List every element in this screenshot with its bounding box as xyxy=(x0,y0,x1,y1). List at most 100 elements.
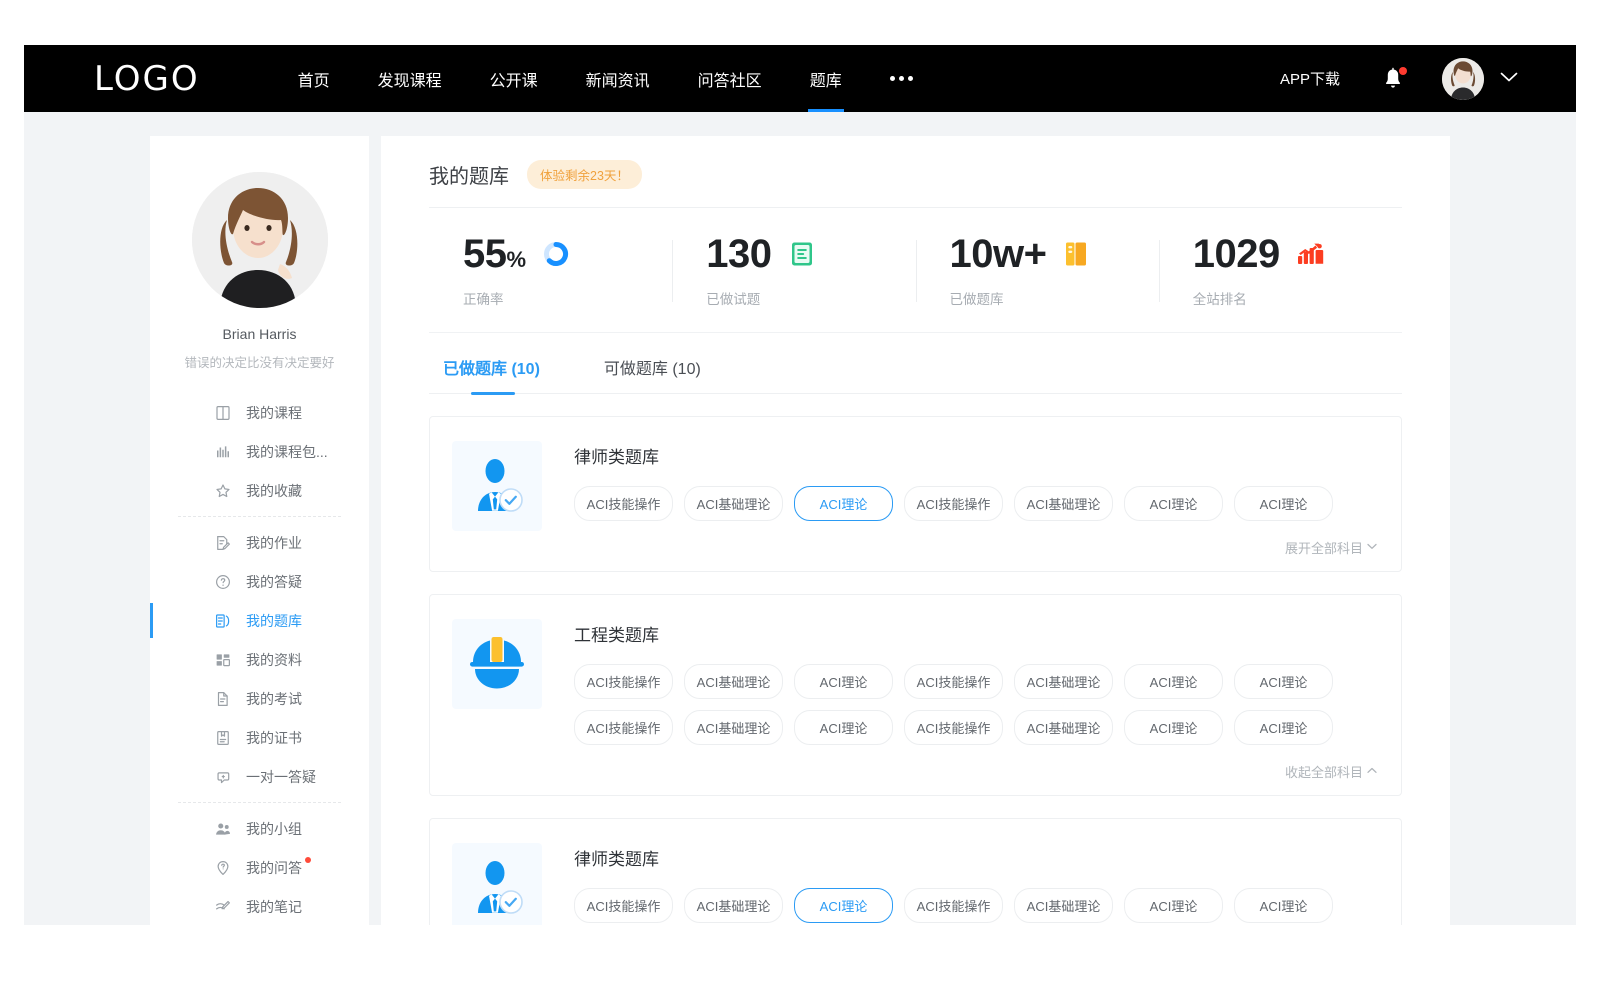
stat-card: 1029全站排名 xyxy=(1159,234,1402,308)
toggle-subjects-label: 收起全部科目 xyxy=(1285,762,1363,781)
tab-1[interactable]: 可做题库 (10) xyxy=(604,355,701,393)
toggle-subjects-link[interactable]: 展开全部科目 xyxy=(1285,538,1377,557)
sidebar-item-homework[interactable]: 我的作业 xyxy=(174,523,345,562)
subject-tag[interactable]: ACI基础理论 xyxy=(1014,664,1113,699)
subject-tag-row: ACI技能操作 ACI基础理论 ACI理论 ACI技能操作 ACI基础理论 ACI理论 AC… xyxy=(574,710,1379,745)
sidebar-item-profile-card[interactable]: 我的资料 xyxy=(174,640,345,679)
subject-tag[interactable]: ACI基础理论 xyxy=(684,888,783,923)
nav-item-label: 发现课程 xyxy=(378,67,442,91)
notification-bell-button[interactable] xyxy=(1382,67,1404,91)
nav-item-3[interactable]: 新闻资讯 xyxy=(562,45,674,112)
subject-tag[interactable]: ACI基础理论 xyxy=(684,486,783,521)
sidebar-item-label: 我的答疑 xyxy=(246,572,302,592)
homework-icon xyxy=(214,534,232,552)
chevron-up-icon xyxy=(1367,767,1377,774)
sidebar-profile: Brian Harris 错误的决定比没有决定要好 xyxy=(150,172,369,371)
question-bank-card[interactable]: 工程类题库ACI技能操作ACI基础理论ACI理论ACI技能操作ACI基础理论AC… xyxy=(429,594,1402,796)
sidebar-item-exam[interactable]: 我的考试 xyxy=(174,679,345,718)
subject-tag[interactable]: ACI理论 xyxy=(1124,664,1223,699)
subject-tag[interactable]: ACI技能操作 xyxy=(904,888,1003,923)
qa-pin-icon xyxy=(214,859,232,877)
sidebar-item-book[interactable]: 我的课程 xyxy=(174,393,345,432)
profile-name: Brian Harris xyxy=(162,326,357,342)
subject-tag[interactable]: ACI理论 xyxy=(1234,664,1333,699)
profile-avatar[interactable] xyxy=(192,172,328,308)
subject-tag[interactable]: ACI理论 xyxy=(1124,888,1223,923)
qbank-icon xyxy=(214,612,232,630)
card-body: 律师类题库 ACI技能操作 ACI基础理论 ACI理论 ACI技能操作 ACI基础理论 AC… xyxy=(574,441,1379,559)
site-logo[interactable]: LOGO xyxy=(94,59,200,99)
subject-tag[interactable]: ACI技能操作 xyxy=(904,664,1003,699)
sidebar-item-label: 我的收藏 xyxy=(246,481,302,501)
stat-label: 已做题库 xyxy=(950,288,1159,308)
nav-item-2[interactable]: 公开课 xyxy=(466,45,562,112)
nav-item-label: 问答社区 xyxy=(698,67,762,91)
subject-tag[interactable]: ACI技能操作 xyxy=(574,710,673,745)
subject-tag[interactable]: ACI理论 xyxy=(794,710,893,745)
subject-tag[interactable]: ACI技能操作 xyxy=(904,710,1003,745)
chat-icon xyxy=(214,768,232,786)
user-avatar-image xyxy=(1442,58,1484,100)
subject-tag[interactable]: ACI技能操作 xyxy=(904,486,1003,521)
nav-item-label: 公开课 xyxy=(490,67,538,91)
sidebar-item-qbank[interactable]: 我的题库 xyxy=(174,601,345,640)
subject-tag[interactable]: ACI理论 xyxy=(1124,486,1223,521)
homework-icon xyxy=(214,534,232,552)
subject-tag[interactable]: ACI基础理论 xyxy=(1014,710,1113,745)
orange-book-icon xyxy=(1062,240,1090,268)
sidebar-item-qa-pin[interactable]: 我的问答 xyxy=(174,848,345,887)
chat-icon xyxy=(214,768,232,786)
subject-tag[interactable]: ACI技能操作 xyxy=(574,664,673,699)
sidebar-item-group[interactable]: 我的小组 xyxy=(174,809,345,848)
subject-tag[interactable]: ACI理论 xyxy=(794,486,893,521)
subject-tag[interactable]: ACI理论 xyxy=(1234,710,1333,745)
subject-tag[interactable]: ACI理论 xyxy=(1234,888,1333,923)
app-download-link[interactable]: APP下载 xyxy=(1280,68,1340,89)
subject-tag[interactable]: ACI理论 xyxy=(1124,710,1223,745)
question-bank-card[interactable]: 律师类题库ACI技能操作ACI基础理论ACI理论ACI技能操作ACI基础理论AC… xyxy=(429,818,1402,925)
red-rank-icon xyxy=(1296,241,1324,267)
nav-item-5[interactable]: 题库 xyxy=(786,45,866,112)
user-menu-chevron[interactable] xyxy=(1500,70,1518,88)
ellipsis-icon[interactable] xyxy=(866,45,937,112)
subject-tag[interactable]: ACI基础理论 xyxy=(684,710,783,745)
subject-tag[interactable]: ACI基础理论 xyxy=(684,664,783,699)
subject-tag[interactable]: ACI理论 xyxy=(1234,486,1333,521)
profile-card-icon xyxy=(214,651,232,669)
subject-tag[interactable]: ACI技能操作 xyxy=(574,888,673,923)
nav-item-1[interactable]: 发现课程 xyxy=(354,45,466,112)
nav-item-0[interactable]: 首页 xyxy=(274,45,354,112)
trial-status-badge: 体验剩余23天！ xyxy=(527,160,642,189)
sidebar-item-label: 我的课程 xyxy=(246,403,302,423)
sidebar-item-label: 我的问答 xyxy=(246,858,302,878)
card-body: 工程类题库ACI技能操作ACI基础理论ACI理论ACI技能操作ACI基础理论AC… xyxy=(574,619,1379,783)
toggle-subjects-link[interactable]: 收起全部科目 xyxy=(1285,762,1377,781)
tab-0[interactable]: 已做题库 (10) xyxy=(443,355,540,393)
sidebar-item-note[interactable]: 我的笔记 xyxy=(174,887,345,925)
chevron-down-icon xyxy=(1367,542,1377,553)
subject-tag[interactable]: ACI理论 xyxy=(794,664,893,699)
subject-tag[interactable]: ACI技能操作 xyxy=(574,486,673,521)
exam-icon xyxy=(214,690,232,708)
subject-tag[interactable]: ACI基础理论 xyxy=(1014,888,1113,923)
green-doc-icon xyxy=(789,240,815,268)
avatar[interactable] xyxy=(1442,58,1484,100)
donut-chart-icon xyxy=(542,240,570,268)
subject-tag[interactable]: ACI基础理论 xyxy=(1014,486,1113,521)
sidebar-item-star[interactable]: 我的收藏 xyxy=(174,471,345,510)
stat-value: 10w+ xyxy=(950,234,1047,274)
stat-value-row: 1029 xyxy=(1193,234,1402,274)
sidebar-item-chat[interactable]: 一对一答疑 xyxy=(174,757,345,796)
sidebar-item-bars[interactable]: 我的课程包... xyxy=(174,432,345,471)
card-title: 律师类题库 xyxy=(574,443,1379,468)
card-thumbnail xyxy=(452,843,542,925)
menu-group: 我的作业我的答疑我的题库我的资料我的考试我的证书一对一答疑 xyxy=(150,523,369,796)
sidebar-item-question-circle[interactable]: 我的答疑 xyxy=(174,562,345,601)
nav-item-4[interactable]: 问答社区 xyxy=(674,45,786,112)
question-bank-card[interactable]: 律师类题库 ACI技能操作 ACI基础理论 ACI理论 ACI技能操作 ACI基础理论 AC… xyxy=(429,416,1402,572)
note-icon xyxy=(214,898,232,916)
subject-tag[interactable]: ACI理论 xyxy=(794,888,893,923)
menu-divider xyxy=(178,802,341,803)
stat-value: 1029 xyxy=(1193,234,1280,274)
sidebar-item-certificate[interactable]: 我的证书 xyxy=(174,718,345,757)
